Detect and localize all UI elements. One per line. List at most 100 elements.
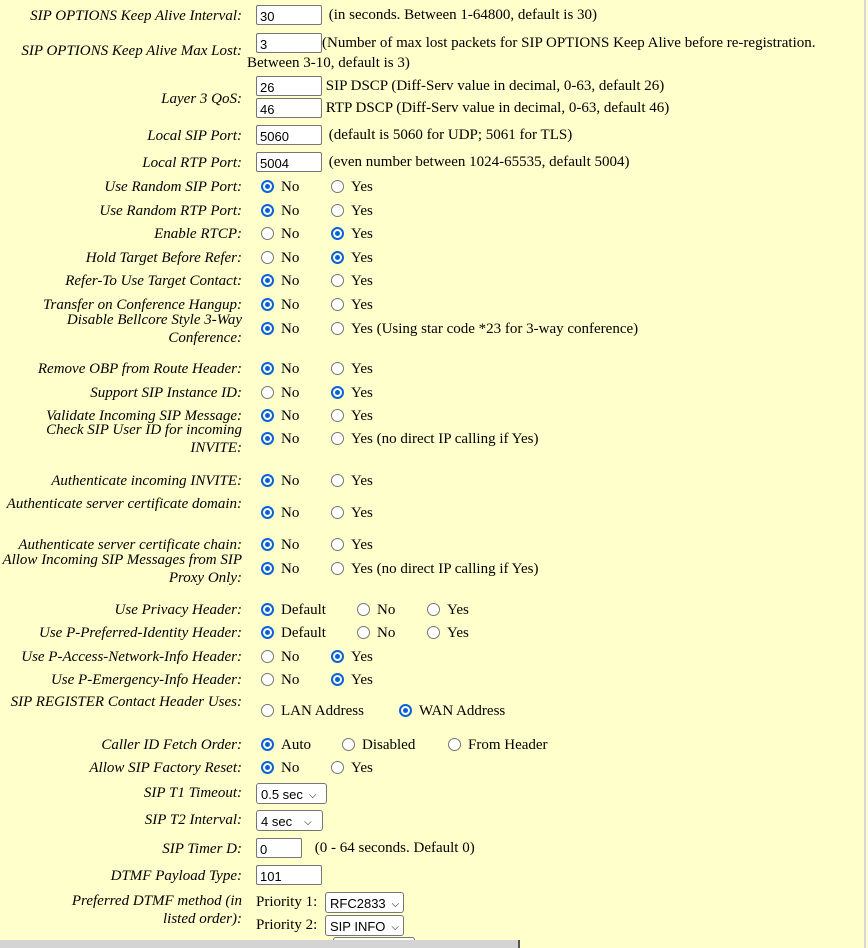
dtmf-priority-1-select[interactable]: RFC2833 ⌵ bbox=[325, 892, 405, 913]
keepalive-interval-input[interactable]: 30 bbox=[256, 5, 322, 25]
radio-checked-icon[interactable] bbox=[261, 626, 274, 639]
radio-option[interactable]: No bbox=[261, 407, 299, 425]
radio-option[interactable]: Default bbox=[261, 601, 326, 619]
radio-option[interactable]: No bbox=[261, 296, 299, 314]
radio-option[interactable]: Yes bbox=[331, 296, 373, 314]
sip-dscp-input[interactable]: 26 bbox=[256, 76, 322, 96]
radio-option[interactable]: No bbox=[357, 624, 395, 642]
radio-option[interactable]: No bbox=[261, 272, 299, 290]
radio-option[interactable]: Yes bbox=[331, 225, 373, 243]
rtp-dscp-input[interactable]: 46 bbox=[256, 98, 322, 118]
radio-checked-icon[interactable] bbox=[261, 603, 274, 616]
radio-option[interactable]: Yes bbox=[331, 384, 373, 402]
radio-unchecked-icon[interactable] bbox=[331, 474, 344, 487]
radio-option[interactable]: Yes bbox=[331, 407, 373, 425]
radio-checked-icon[interactable] bbox=[261, 474, 274, 487]
radio-option[interactable]: No bbox=[261, 671, 299, 689]
radio-option[interactable]: Yes bbox=[331, 360, 373, 378]
radio-checked-icon[interactable] bbox=[261, 538, 274, 551]
radio-unchecked-icon[interactable] bbox=[261, 251, 274, 264]
radio-checked-icon[interactable] bbox=[261, 562, 274, 575]
local-sip-port-input[interactable]: 5060 bbox=[256, 125, 322, 145]
radio-unchecked-icon[interactable] bbox=[427, 603, 440, 616]
radio-option[interactable]: Yes (Using star code *23 for 3-way confe… bbox=[331, 320, 638, 338]
radio-option[interactable]: Yes bbox=[331, 671, 373, 689]
radio-option[interactable]: Yes bbox=[331, 536, 373, 554]
radio-unchecked-icon[interactable] bbox=[331, 409, 344, 422]
radio-unchecked-icon[interactable] bbox=[261, 386, 274, 399]
radio-option[interactable]: No bbox=[261, 225, 299, 243]
radio-unchecked-icon[interactable] bbox=[331, 274, 344, 287]
radio-unchecked-icon[interactable] bbox=[331, 180, 344, 193]
horizontal-scrollbar[interactable] bbox=[0, 940, 518, 948]
radio-option[interactable]: No bbox=[261, 360, 299, 378]
radio-option[interactable]: No bbox=[261, 759, 299, 777]
radio-option[interactable]: Yes bbox=[331, 272, 373, 290]
dtmf-priority-2-select[interactable]: SIP INFO ⌵ bbox=[325, 915, 405, 936]
radio-option[interactable]: No bbox=[261, 249, 299, 267]
radio-unchecked-icon[interactable] bbox=[331, 362, 344, 375]
radio-option[interactable]: Yes bbox=[331, 648, 373, 666]
radio-checked-icon[interactable] bbox=[261, 738, 274, 751]
radio-unchecked-icon[interactable] bbox=[331, 204, 344, 217]
radio-option[interactable]: No bbox=[261, 504, 299, 522]
sip-timer-d-input[interactable]: 0 bbox=[256, 838, 302, 858]
radio-option[interactable]: Yes bbox=[331, 504, 373, 522]
radio-option[interactable]: No bbox=[261, 430, 299, 448]
radio-option[interactable]: No bbox=[261, 384, 299, 402]
radio-unchecked-icon[interactable] bbox=[357, 603, 370, 616]
radio-option[interactable]: No bbox=[261, 320, 299, 338]
radio-option[interactable]: No bbox=[261, 178, 299, 196]
radio-checked-icon[interactable] bbox=[331, 227, 344, 240]
radio-option[interactable]: No bbox=[261, 536, 299, 554]
radio-checked-icon[interactable] bbox=[399, 704, 412, 717]
radio-checked-icon[interactable] bbox=[261, 180, 274, 193]
radio-unchecked-icon[interactable] bbox=[261, 673, 274, 686]
sip-t2-select[interactable]: 4 sec ⌵ bbox=[256, 810, 323, 831]
radio-option[interactable]: Yes bbox=[427, 624, 469, 642]
radio-unchecked-icon[interactable] bbox=[261, 704, 274, 717]
radio-option[interactable]: From Header bbox=[448, 736, 548, 754]
radio-checked-icon[interactable] bbox=[331, 251, 344, 264]
radio-option[interactable]: Yes (no direct IP calling if Yes) bbox=[331, 430, 539, 448]
radio-unchecked-icon[interactable] bbox=[331, 506, 344, 519]
radio-checked-icon[interactable] bbox=[261, 432, 274, 445]
radio-option[interactable]: No bbox=[261, 648, 299, 666]
radio-option[interactable]: Yes bbox=[331, 178, 373, 196]
radio-unchecked-icon[interactable] bbox=[331, 562, 344, 575]
radio-option[interactable]: No bbox=[261, 202, 299, 220]
radio-unchecked-icon[interactable] bbox=[357, 626, 370, 639]
radio-option[interactable]: Yes bbox=[331, 759, 373, 777]
radio-option[interactable]: No bbox=[357, 601, 395, 619]
radio-unchecked-icon[interactable] bbox=[342, 738, 355, 751]
radio-option[interactable]: Yes bbox=[427, 601, 469, 619]
radio-checked-icon[interactable] bbox=[331, 386, 344, 399]
radio-checked-icon[interactable] bbox=[331, 650, 344, 663]
radio-option[interactable]: Yes bbox=[331, 249, 373, 267]
radio-unchecked-icon[interactable] bbox=[331, 322, 344, 335]
radio-checked-icon[interactable] bbox=[261, 506, 274, 519]
radio-unchecked-icon[interactable] bbox=[448, 738, 461, 751]
keepalive-max-lost-input[interactable]: 3 bbox=[256, 33, 322, 53]
radio-unchecked-icon[interactable] bbox=[261, 227, 274, 240]
radio-checked-icon[interactable] bbox=[261, 761, 274, 774]
radio-checked-icon[interactable] bbox=[261, 409, 274, 422]
radio-option[interactable]: Disabled bbox=[342, 736, 415, 754]
radio-checked-icon[interactable] bbox=[261, 274, 274, 287]
radio-checked-icon[interactable] bbox=[331, 673, 344, 686]
radio-option[interactable]: Auto bbox=[261, 736, 311, 754]
radio-checked-icon[interactable] bbox=[261, 322, 274, 335]
radio-checked-icon[interactable] bbox=[261, 204, 274, 217]
radio-option[interactable]: No bbox=[261, 472, 299, 490]
radio-option[interactable]: Default bbox=[261, 624, 326, 642]
local-rtp-port-input[interactable]: 5004 bbox=[256, 152, 322, 172]
radio-unchecked-icon[interactable] bbox=[427, 626, 440, 639]
radio-checked-icon[interactable] bbox=[261, 362, 274, 375]
radio-unchecked-icon[interactable] bbox=[331, 432, 344, 445]
radio-checked-icon[interactable] bbox=[261, 298, 274, 311]
radio-option[interactable]: Yes bbox=[331, 202, 373, 220]
radio-option[interactable]: LAN Address bbox=[261, 702, 364, 720]
sip-t1-select[interactable]: 0.5 sec ⌵ bbox=[256, 783, 327, 804]
radio-option[interactable]: Yes (no direct IP calling if Yes) bbox=[331, 560, 539, 578]
radio-option[interactable]: No bbox=[261, 560, 299, 578]
